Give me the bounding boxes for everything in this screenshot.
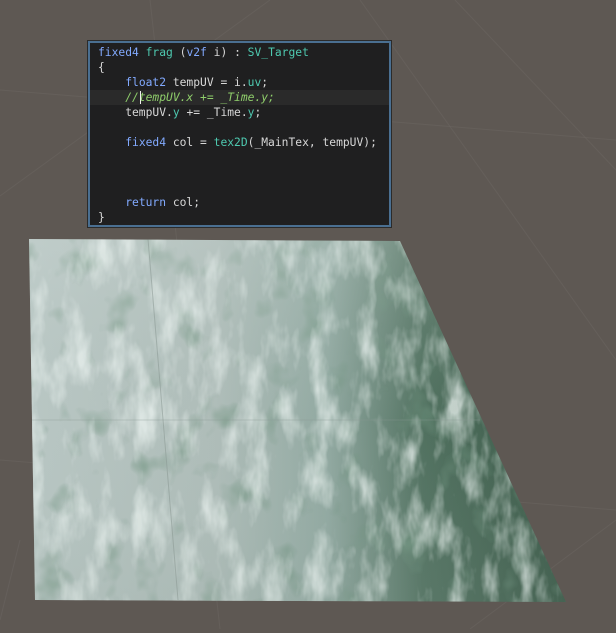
code-token: } — [98, 211, 105, 224]
code-token: fixed4 — [125, 136, 167, 149]
scene-viewport[interactable]: fixed4 frag (v2f i) : SV_Target{ float2 … — [0, 0, 616, 630]
code-token: frag — [145, 46, 173, 59]
code-token: SV_Target — [247, 46, 309, 59]
code-token: fixed4 — [98, 46, 139, 59]
code-token: y — [172, 106, 180, 119]
code-text: tempUV.y += _Time.y; — [98, 105, 261, 120]
code-line[interactable] — [90, 150, 389, 165]
code-line-current[interactable]: //tempUV.x += _Time.y; — [90, 90, 389, 105]
code-line[interactable]: } — [90, 210, 389, 225]
code-text: return col; — [98, 195, 200, 210]
code-text: float2 tempUV = i.uv; — [98, 75, 268, 90]
code-text: //tempUV.x += _Time.y; — [98, 90, 275, 105]
code-text: } — [98, 210, 105, 225]
grid-line — [0, 539, 21, 621]
code-line[interactable] — [90, 180, 389, 195]
code-line[interactable]: float2 tempUV = i.uv; — [90, 75, 389, 90]
code-line[interactable] — [90, 165, 389, 180]
code-text: fixed4 frag (v2f i) : SV_Target — [98, 45, 309, 60]
code-token: v2f — [186, 46, 207, 59]
code-line[interactable]: return col; — [90, 195, 389, 210]
code-editor-panel[interactable]: fixed4 frag (v2f i) : SV_Target{ float2 … — [88, 41, 391, 227]
code-token: ( — [172, 46, 187, 59]
code-token: += _Time. — [179, 106, 248, 119]
water-plane[interactable] — [20, 230, 580, 610]
code-text: fixed4 col = tex2D(_MainTex, tempUV); — [98, 135, 377, 150]
code-token: (_MainTex, tempUV); — [247, 136, 377, 149]
code-token: //tempUV.x += _Time.y; — [125, 91, 275, 104]
code-token: tempUV. — [98, 106, 173, 119]
code-token: { — [98, 61, 105, 74]
code-token: tex2D — [213, 136, 248, 149]
code-line[interactable]: fixed4 col = tex2D(_MainTex, tempUV); — [90, 135, 389, 150]
code-token: uv — [247, 76, 262, 89]
code-line[interactable]: fixed4 frag (v2f i) : SV_Target — [90, 45, 389, 60]
code-token: float2 — [125, 76, 167, 89]
grid-line — [454, 0, 616, 171]
code-token: tempUV = i. — [166, 76, 248, 89]
code-token: col = — [166, 136, 214, 149]
code-line[interactable]: tempUV.y += _Time.y; — [90, 105, 389, 120]
text-caret — [140, 91, 141, 104]
code-token: i) : — [206, 46, 248, 59]
code-token: col; — [166, 196, 201, 209]
code-token: return — [125, 196, 167, 209]
code-token: ; — [261, 76, 269, 89]
code-token: ; — [254, 106, 262, 119]
code-line[interactable] — [90, 120, 389, 135]
code-line[interactable]: { — [90, 60, 389, 75]
code-text: { — [98, 60, 105, 75]
